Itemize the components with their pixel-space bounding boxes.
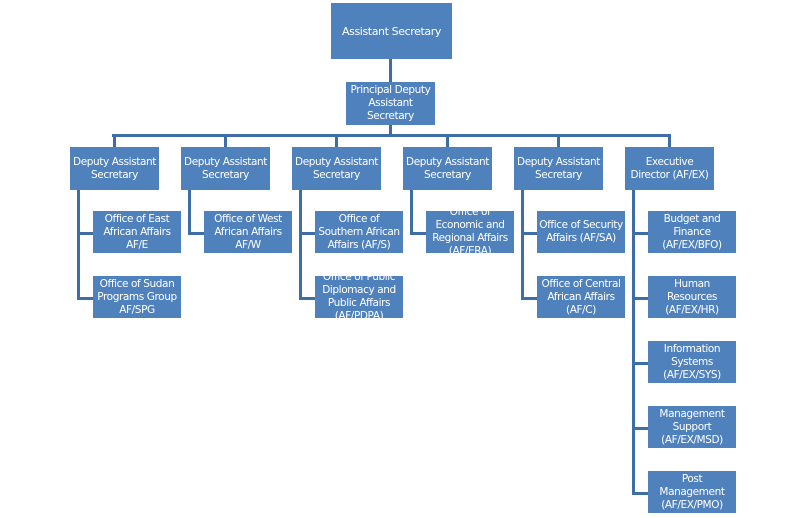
office-box: Office of Southern African Affairs (AF/S… xyxy=(315,211,403,253)
connector-line xyxy=(188,232,204,235)
connector-line xyxy=(224,136,227,147)
connector-line xyxy=(632,190,635,494)
connector-line xyxy=(446,136,449,147)
connector-line xyxy=(668,136,671,147)
connector-line xyxy=(521,297,537,300)
box-label: Office of Sudan Programs Group AF/SPG xyxy=(97,277,177,316)
box-label: Information Systems (AF/EX/SYS) xyxy=(663,342,721,381)
connector-line xyxy=(557,136,560,147)
office-box: Office of Security Affairs (AF/SA) xyxy=(537,211,625,253)
deputy-assistant-secretary-box: Deputy Assistant Secretary xyxy=(292,147,381,190)
office-box: Post Management (AF/EX/PMO) xyxy=(648,471,736,513)
assistant-secretary-box: Assistant Secretary xyxy=(331,3,452,59)
office-box: Management Support (AF/EX/MSD) xyxy=(648,406,736,448)
connector-line xyxy=(299,297,315,300)
box-label: Post Management (AF/EX/PMO) xyxy=(659,472,725,511)
connector-line xyxy=(521,232,537,235)
office-box: Office of Economic and Regional Affairs … xyxy=(426,211,514,253)
office-box: Information Systems (AF/EX/SYS) xyxy=(648,341,736,383)
box-label: Principal Deputy Assistant Secretary xyxy=(350,84,431,122)
connector-line xyxy=(632,362,648,365)
executive-director-box: Executive Director (AF/EX) xyxy=(625,147,714,190)
box-label: Office of Security Affairs (AF/SA) xyxy=(539,219,623,244)
connector-line xyxy=(389,59,392,82)
deputy-assistant-secretary-box: Deputy Assistant Secretary xyxy=(514,147,603,190)
box-label: Human Resources (AF/EX/HR) xyxy=(665,277,719,316)
connector-line xyxy=(632,297,648,300)
box-label: Deputy Assistant Secretary xyxy=(406,155,489,181)
connector-line xyxy=(77,297,93,300)
box-label: Deputy Assistant Secretary xyxy=(517,155,600,181)
branch-bus-line xyxy=(112,134,671,137)
box-label: Office of West African Affairs AF/W xyxy=(214,212,282,251)
deputy-assistant-secretary-box: Deputy Assistant Secretary xyxy=(403,147,492,190)
office-box: Human Resources (AF/EX/HR) xyxy=(648,276,736,318)
connector-line xyxy=(521,190,524,299)
connector-line xyxy=(77,190,80,299)
box-label: Management Support (AF/EX/MSD) xyxy=(659,407,725,446)
connector-line xyxy=(632,232,648,235)
box-label: Assistant Secretary xyxy=(342,24,441,38)
box-label: Office of Economic and Regional Affairs … xyxy=(432,211,508,253)
office-box: Budget and Finance (AF/EX/BFO) xyxy=(648,211,736,253)
connector-line xyxy=(299,190,302,299)
connector-line xyxy=(410,232,426,235)
deputy-assistant-secretary-box: Deputy Assistant Secretary xyxy=(70,147,159,190)
connector-line xyxy=(410,190,413,234)
connector-line xyxy=(188,190,191,234)
box-label: Office of Southern African Affairs (AF/S… xyxy=(318,212,400,251)
connector-line xyxy=(632,492,648,495)
box-label: Deputy Assistant Secretary xyxy=(295,155,378,181)
connector-line xyxy=(113,136,116,147)
connector-line xyxy=(335,136,338,147)
deputy-assistant-secretary-box: Deputy Assistant Secretary xyxy=(181,147,270,190)
connector-line xyxy=(632,427,648,430)
office-box: Office of West African Affairs AF/W xyxy=(204,211,292,253)
box-label: Deputy Assistant Secretary xyxy=(184,155,267,181)
office-box: Office of East African Affairs AF/E xyxy=(93,211,181,253)
office-box: Office of Public Diplomacy and Public Af… xyxy=(315,276,403,318)
box-label: Deputy Assistant Secretary xyxy=(73,155,156,181)
box-label: Executive Director (AF/EX) xyxy=(630,155,709,181)
connector-line xyxy=(77,232,93,235)
connector-line xyxy=(299,232,315,235)
box-label: Office of Central African Affairs (AF/C) xyxy=(541,277,621,316)
box-label: Budget and Finance (AF/EX/BFO) xyxy=(662,212,722,251)
office-box: Office of Central African Affairs (AF/C) xyxy=(537,276,625,318)
box-label: Office of Public Diplomacy and Public Af… xyxy=(322,276,396,318)
principal-deputy-box: Principal Deputy Assistant Secretary xyxy=(346,82,435,125)
box-label: Office of East African Affairs AF/E xyxy=(103,212,171,251)
office-box: Office of Sudan Programs Group AF/SPG xyxy=(93,276,181,318)
